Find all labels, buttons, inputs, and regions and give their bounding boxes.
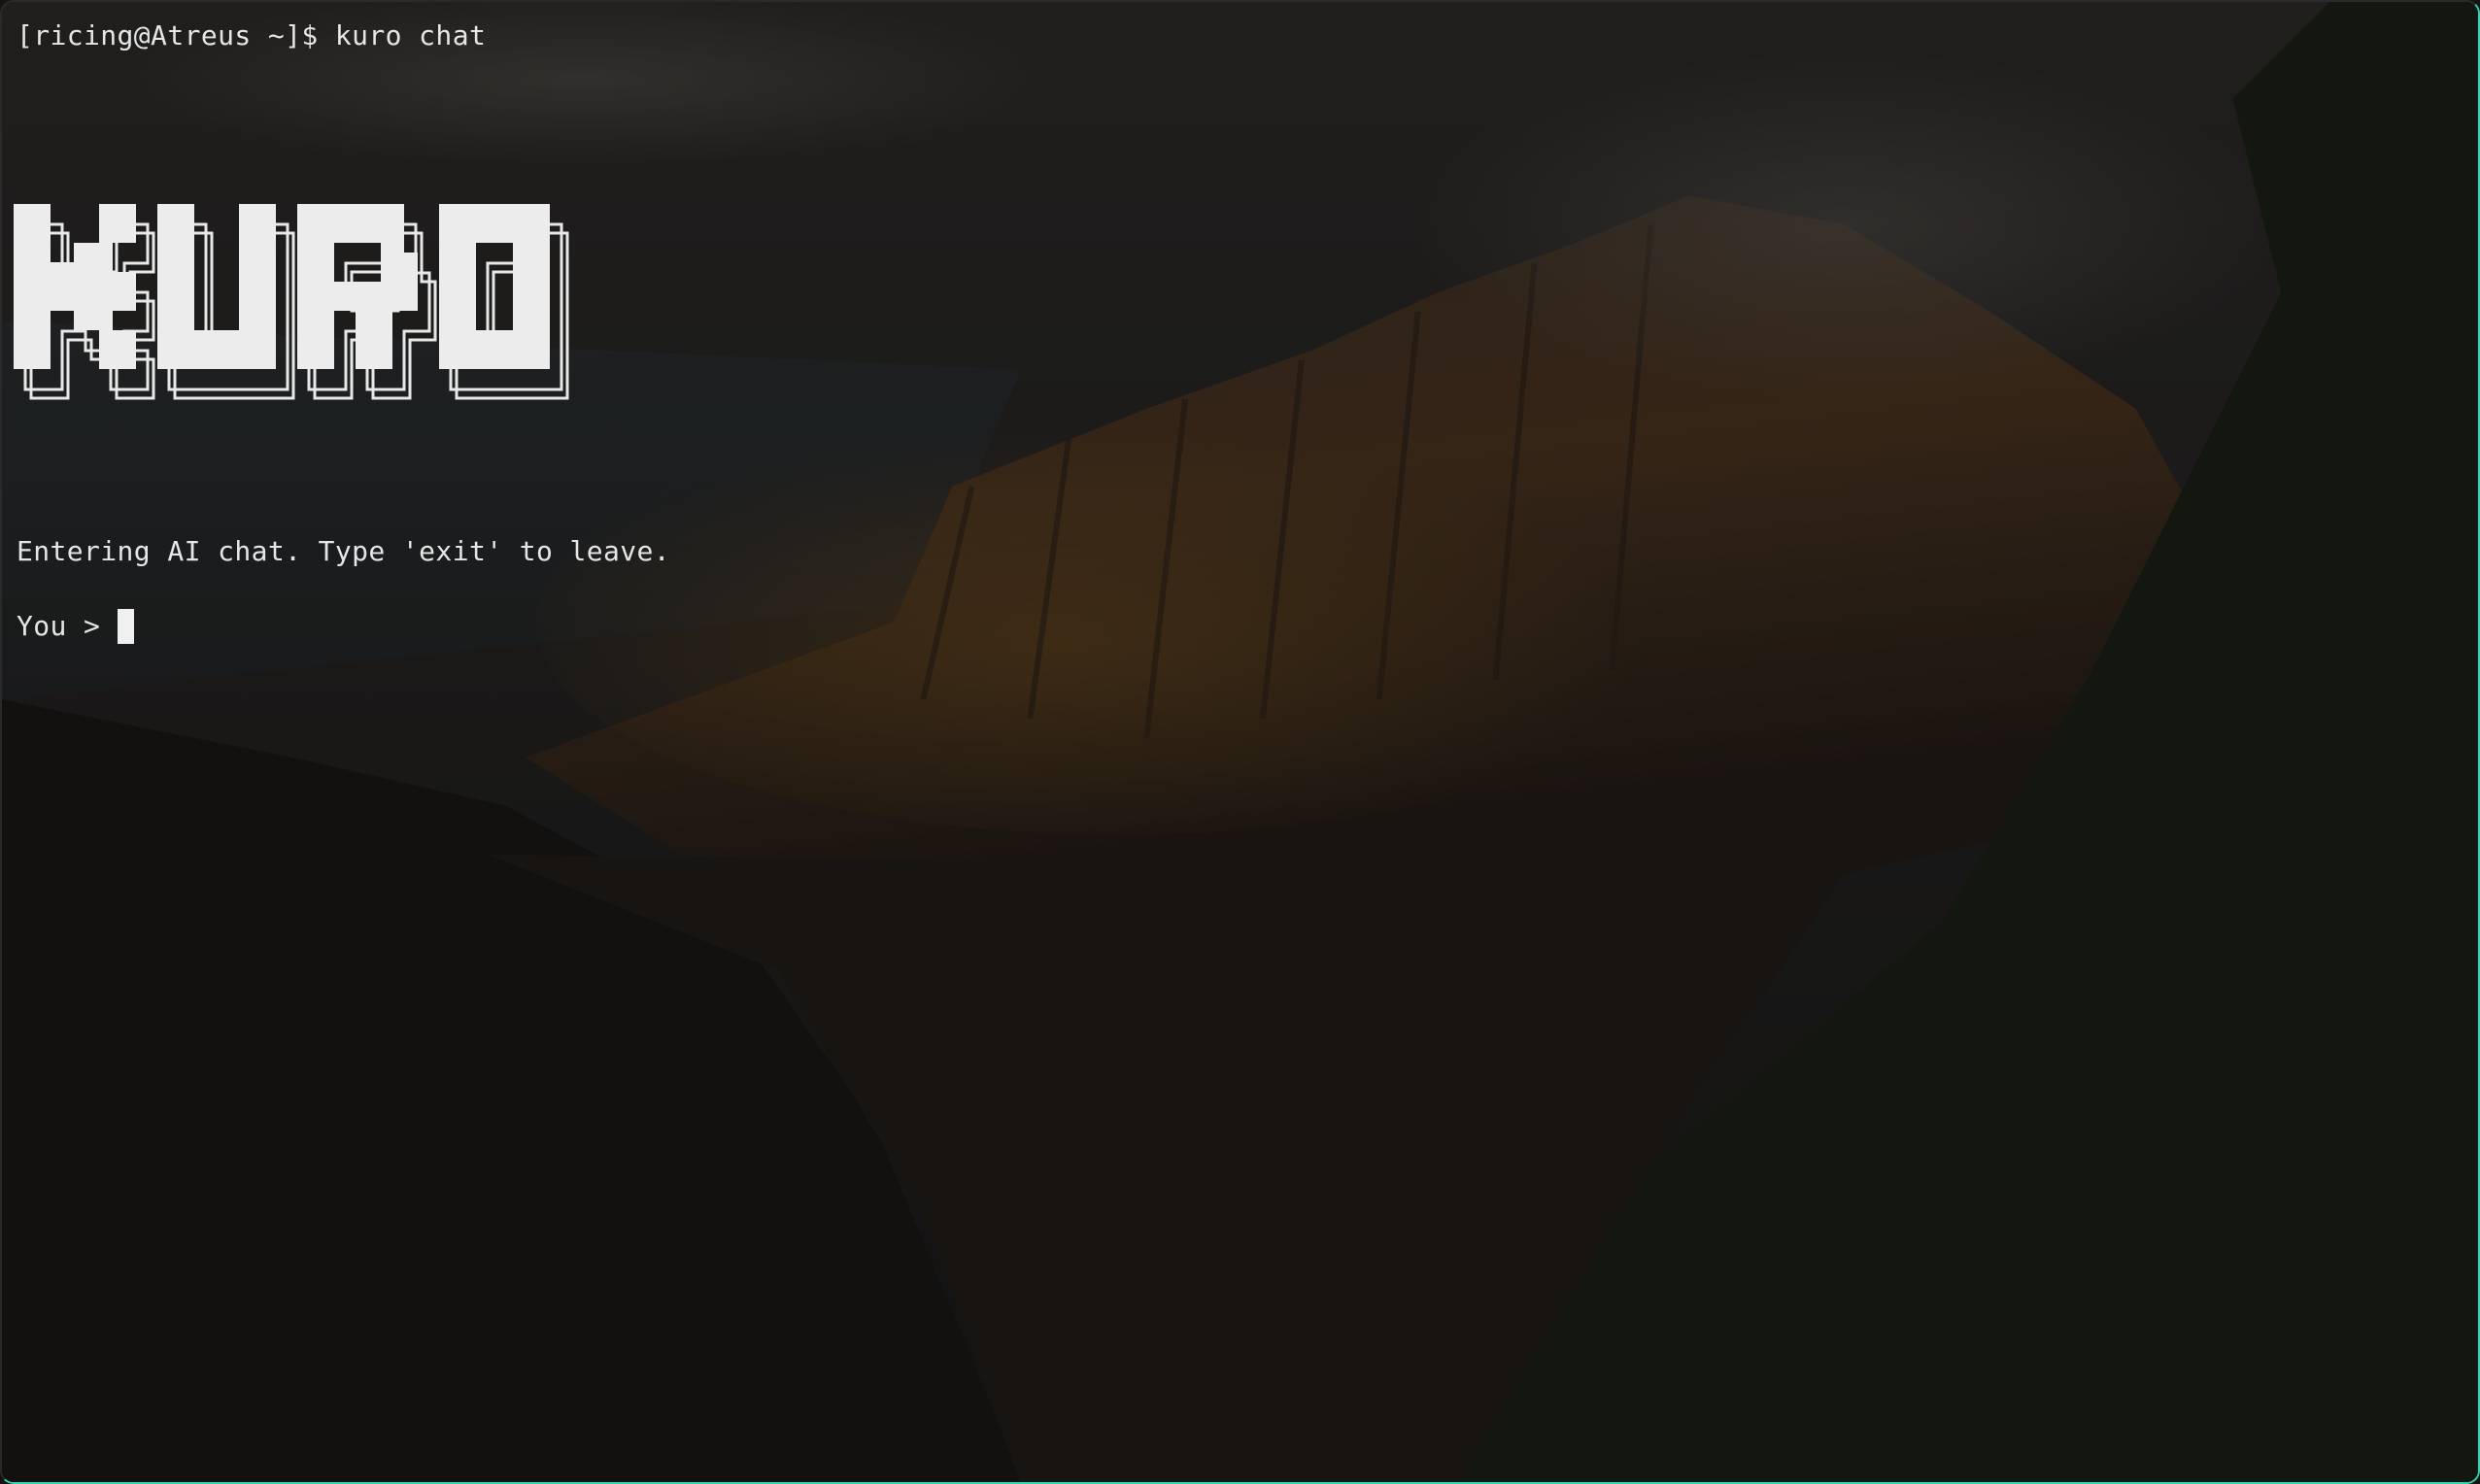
shell-prompt-line: [ricing@Atreus ~]$ kuro chat: [17, 19, 487, 51]
input-prompt-label: You >: [17, 610, 101, 642]
terminal-window[interactable]: [ricing@Atreus ~]$ kuro chat Entering AI…: [0, 0, 2480, 1484]
chat-info-message: Entering AI chat. Type 'exit' to leave.: [17, 535, 671, 567]
text-cursor: [118, 609, 135, 644]
kuro-ascii-logo: [12, 196, 575, 420]
chat-input-line[interactable]: You >: [17, 609, 135, 644]
